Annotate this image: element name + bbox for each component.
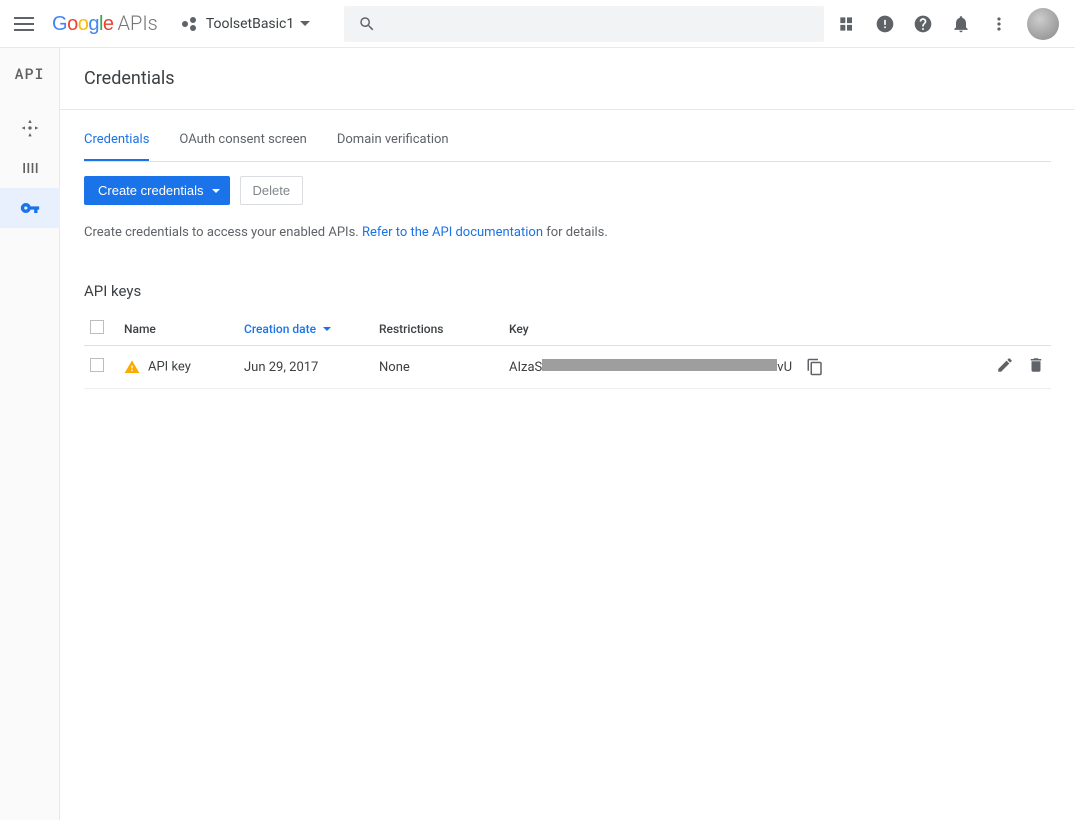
project-icon — [182, 15, 200, 33]
create-credentials-button[interactable]: Create credentials — [84, 176, 230, 205]
api-label: API — [14, 64, 44, 84]
key-prefix: AIzaS — [509, 360, 542, 375]
dashboard-icon — [20, 118, 40, 138]
help-suffix: for details. — [543, 225, 608, 240]
api-keys-section-title: API keys — [84, 282, 1051, 300]
select-all-checkbox[interactable] — [90, 320, 104, 334]
col-restrictions[interactable]: Restrictions — [373, 312, 503, 346]
alert-icon[interactable] — [875, 14, 895, 34]
row-checkbox[interactable] — [90, 358, 104, 372]
search-icon — [358, 15, 376, 33]
menu-icon[interactable] — [12, 12, 36, 36]
key-suffix: vU — [777, 360, 792, 375]
table-row: API key Jun 29, 2017 None AIzaS vU — [84, 346, 1051, 389]
search-input[interactable] — [386, 16, 810, 32]
project-selector[interactable]: ToolsetBasic1 — [182, 15, 310, 33]
page-header: Credentials — [60, 48, 1075, 110]
delete-button[interactable]: Delete — [240, 176, 304, 205]
rail-library[interactable] — [0, 148, 60, 188]
key-icon — [20, 198, 40, 218]
chevron-down-icon — [212, 189, 220, 193]
key-redacted — [542, 359, 777, 371]
tab-domain-verification[interactable]: Domain verification — [337, 118, 449, 161]
warning-icon — [124, 359, 140, 375]
user-avatar[interactable] — [1027, 8, 1059, 40]
sort-down-icon — [323, 327, 331, 331]
chevron-down-icon — [300, 21, 310, 26]
library-icon — [20, 158, 40, 178]
left-rail: API — [0, 48, 60, 820]
actions-row: Create credentials Delete — [84, 176, 1051, 205]
tabs: Credentials OAuth consent screen Domain … — [84, 118, 1051, 162]
col-creation-date[interactable]: Creation date — [238, 312, 373, 346]
apis-label: APIs — [118, 11, 158, 35]
page-title: Credentials — [84, 68, 175, 89]
help-prefix: Create credentials to access your enable… — [84, 225, 362, 240]
help-icon[interactable] — [913, 14, 933, 34]
top-bar: Google APIs ToolsetBasic1 — [0, 0, 1075, 48]
api-keys-table: Name Creation date Restrictions Key — [84, 312, 1051, 389]
google-logo: Google — [52, 13, 114, 36]
tab-oauth-consent[interactable]: OAuth consent screen — [179, 118, 306, 161]
col-name[interactable]: Name — [118, 312, 238, 346]
row-date: Jun 29, 2017 — [238, 346, 373, 389]
row-key: AIzaS vU — [509, 358, 965, 376]
row-restrictions: None — [373, 346, 503, 389]
api-documentation-link[interactable]: Refer to the API documentation — [362, 225, 543, 240]
create-credentials-label: Create credentials — [98, 183, 204, 198]
content: Credentials Credentials OAuth consent sc… — [60, 48, 1075, 820]
tab-credentials[interactable]: Credentials — [84, 118, 149, 161]
edit-icon[interactable] — [996, 356, 1014, 374]
help-text: Create credentials to access your enable… — [84, 225, 1051, 240]
rail-dashboard[interactable] — [0, 108, 60, 148]
search-bar[interactable] — [344, 6, 824, 42]
delete-icon[interactable] — [1027, 356, 1045, 374]
google-apis-logo[interactable]: Google APIs — [52, 11, 158, 36]
col-key[interactable]: Key — [503, 312, 971, 346]
top-icons — [837, 8, 1067, 40]
notifications-icon[interactable] — [951, 14, 971, 34]
project-name: ToolsetBasic1 — [206, 16, 294, 32]
row-name[interactable]: API key — [148, 359, 191, 374]
rail-credentials[interactable] — [0, 188, 60, 228]
col-creation-date-label: Creation date — [244, 322, 316, 336]
gift-icon[interactable] — [837, 14, 857, 34]
more-vertical-icon[interactable] — [989, 14, 1009, 34]
copy-icon[interactable] — [806, 358, 824, 376]
